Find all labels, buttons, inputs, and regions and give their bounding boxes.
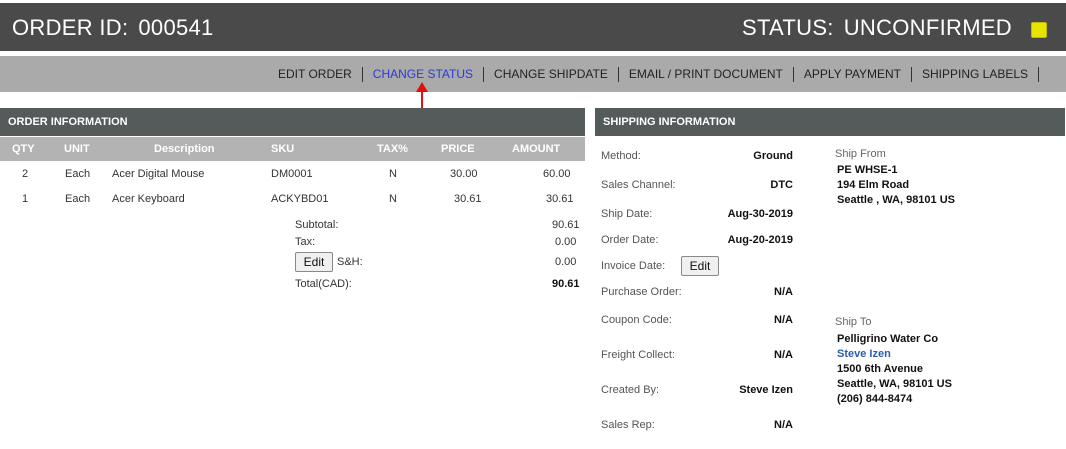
cell-qty: 1 <box>22 193 29 205</box>
ship-from-line: 194 Elm Road <box>837 179 910 191</box>
method-value: Ground <box>753 150 793 162</box>
order-id-value: 000541 <box>138 15 214 40</box>
cell-description: Acer Digital Mouse <box>112 168 205 180</box>
sales-channel-value: DTC <box>770 179 793 191</box>
column-unit: UNIT <box>64 143 90 155</box>
order-status-title: STATUS: UNCONFIRMED <box>742 15 1012 41</box>
column-qty: QTY <box>12 143 35 155</box>
tax-label: Tax: <box>295 236 316 248</box>
shipping-information-title: SHIPPING INFORMATION <box>603 116 736 128</box>
coupon-code-value: N/A <box>774 314 793 326</box>
ship-to-label: Ship To <box>835 316 872 328</box>
order-header-bar: ORDER ID: 000541 STATUS: UNCONFIRMED <box>0 3 1066 51</box>
created-by-value: Steve Izen <box>739 384 793 396</box>
column-sku: SKU <box>271 143 295 155</box>
order-information-title: ORDER INFORMATION <box>8 116 128 128</box>
ship-date-value: Aug-30-2019 <box>727 208 793 220</box>
cell-tax: N <box>389 168 397 180</box>
total-value: 90.61 <box>552 278 580 290</box>
shipping-information-header: SHIPPING INFORMATION <box>595 108 1065 136</box>
freight-collect-value: N/A <box>774 349 793 361</box>
order-information-header: ORDER INFORMATION <box>0 108 585 136</box>
menu-divider <box>1038 67 1040 83</box>
order-table-header: QTY UNIT Description SKU TAX% PRICE AMOU… <box>0 137 585 161</box>
created-by-label: Created By: <box>601 384 660 396</box>
change-shipdate-link[interactable]: CHANGE SHIPDATE <box>484 67 618 81</box>
cell-price: 30.61 <box>454 193 482 205</box>
ship-to-line: 1500 6th Avenue <box>837 363 924 375</box>
change-status-link[interactable]: CHANGE STATUS <box>363 67 483 81</box>
invoice-date-label: Invoice Date: <box>601 260 666 272</box>
edit-order-link[interactable]: EDIT ORDER <box>268 67 362 81</box>
cell-tax: N <box>389 193 397 205</box>
status-label: STATUS: <box>741 15 834 40</box>
purchase-order-label: Purchase Order: <box>601 286 682 298</box>
cell-unit: Each <box>65 168 91 180</box>
cell-sku: ACKYBD01 <box>271 193 329 205</box>
sh-value: 0.00 <box>555 256 577 268</box>
annotation-arrow-icon <box>416 82 428 92</box>
cell-amount: 60.00 <box>543 168 571 180</box>
cell-description: Acer Keyboard <box>112 193 185 205</box>
column-amount: AMOUNT <box>512 143 561 155</box>
ship-from-label: Ship From <box>835 148 886 160</box>
status-indicator-icon <box>1031 22 1047 38</box>
column-price: PRICE <box>441 143 475 155</box>
sales-channel-label: Sales Channel: <box>601 179 676 191</box>
order-id-title: ORDER ID: 000541 <box>12 15 214 41</box>
order-date-value: Aug-20-2019 <box>727 234 793 246</box>
status-value: UNCONFIRMED <box>843 15 1012 40</box>
sales-rep-value: N/A <box>774 419 793 431</box>
apply-payment-link[interactable]: APPLY PAYMENT <box>794 67 911 81</box>
shipping-labels-link[interactable]: SHIPPING LABELS <box>912 67 1038 81</box>
subtotal-value: 90.61 <box>552 219 580 231</box>
coupon-code-label: Coupon Code: <box>601 314 672 326</box>
ship-to-contact-link[interactable]: Steve Izen <box>837 348 891 360</box>
order-action-bar: EDIT ORDER CHANGE STATUS CHANGE SHIPDATE EM… <box>0 56 1066 92</box>
ship-from-line: Seattle , WA, 98101 US <box>837 194 955 206</box>
ship-to-phone: (206) 844-8474 <box>837 393 913 405</box>
ship-to-line: Seattle, WA, 98101 US <box>837 378 952 390</box>
order-id-label: ORDER ID: <box>12 15 129 40</box>
cell-unit: Each <box>65 193 91 205</box>
total-label: Total(CAD): <box>295 278 352 290</box>
method-label: Method: <box>601 150 641 162</box>
sales-rep-label: Sales Rep: <box>601 419 655 431</box>
action-menu: EDIT ORDER CHANGE STATUS CHANGE SHIPDATE EM… <box>268 67 1040 83</box>
order-date-label: Order Date: <box>601 234 659 246</box>
cell-price: 30.00 <box>450 168 478 180</box>
cell-qty: 2 <box>22 168 29 180</box>
subtotal-label: Subtotal: <box>295 219 339 231</box>
ship-from-line: PE WHSE-1 <box>837 164 898 176</box>
ship-date-label: Ship Date: <box>601 208 653 220</box>
column-tax: TAX% <box>377 143 408 155</box>
ship-to-company: Pelligrino Water Co <box>837 333 939 345</box>
purchase-order-value: N/A <box>774 286 793 298</box>
tax-value: 0.00 <box>555 236 577 248</box>
email-print-document-link[interactable]: EMAIL / PRINT DOCUMENT <box>619 67 793 81</box>
cell-amount: 30.61 <box>546 193 574 205</box>
column-description: Description <box>154 143 215 155</box>
edit-sh-button[interactable]: Edit <box>295 252 333 272</box>
edit-invoice-date-button[interactable]: Edit <box>681 256 719 276</box>
freight-collect-label: Freight Collect: <box>601 349 675 361</box>
cell-sku: DM0001 <box>271 168 313 180</box>
sh-label: S&H: <box>337 256 363 268</box>
